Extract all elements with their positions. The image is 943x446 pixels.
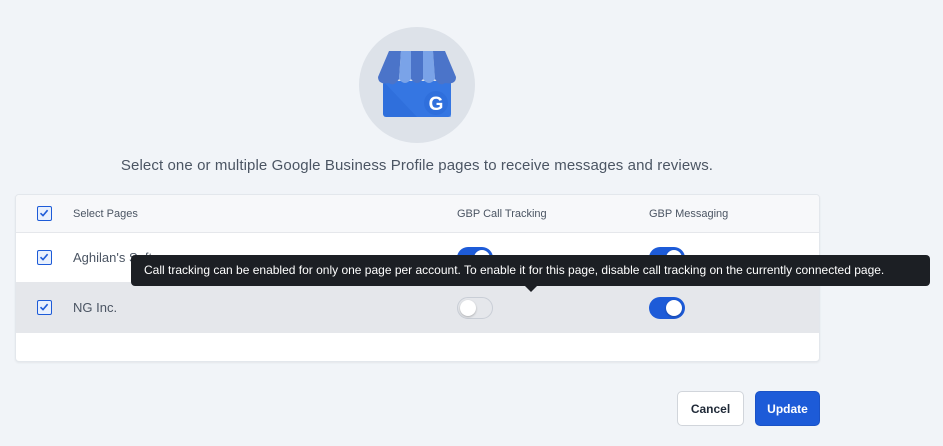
row-checkbox[interactable] (37, 250, 52, 265)
check-icon (39, 303, 49, 311)
logo-letter: G (429, 94, 444, 115)
subtitle: Select one or multiple Google Business P… (120, 157, 714, 174)
column-header-messaging: GBP Messaging (649, 208, 729, 220)
cancel-button[interactable]: Cancel (677, 391, 744, 426)
call-tracking-toggle[interactable] (457, 297, 493, 319)
table-header: Select Pages GBP Call Tracking GBP Messa… (16, 195, 819, 233)
check-icon (39, 209, 49, 217)
table-row: NG Inc. (16, 283, 819, 333)
check-icon (39, 253, 49, 261)
logo-badge: G (359, 27, 475, 143)
column-header-select-pages: Select Pages (73, 208, 138, 220)
messaging-toggle[interactable] (649, 297, 685, 319)
tooltip-text: Call tracking can be enabled for only on… (144, 263, 885, 277)
toggle-knob (666, 300, 682, 316)
page-name: NG Inc. (73, 300, 118, 315)
select-all-checkbox[interactable] (37, 206, 52, 221)
toggle-knob (460, 300, 476, 316)
call-tracking-tooltip: Call tracking can be enabled for only on… (131, 255, 930, 292)
row-checkbox[interactable] (37, 300, 52, 315)
google-business-profile-icon: G (378, 51, 456, 117)
tooltip-arrow (525, 286, 537, 292)
column-header-call-tracking: GBP Call Tracking (457, 208, 547, 220)
update-button[interactable]: Update (755, 391, 820, 426)
